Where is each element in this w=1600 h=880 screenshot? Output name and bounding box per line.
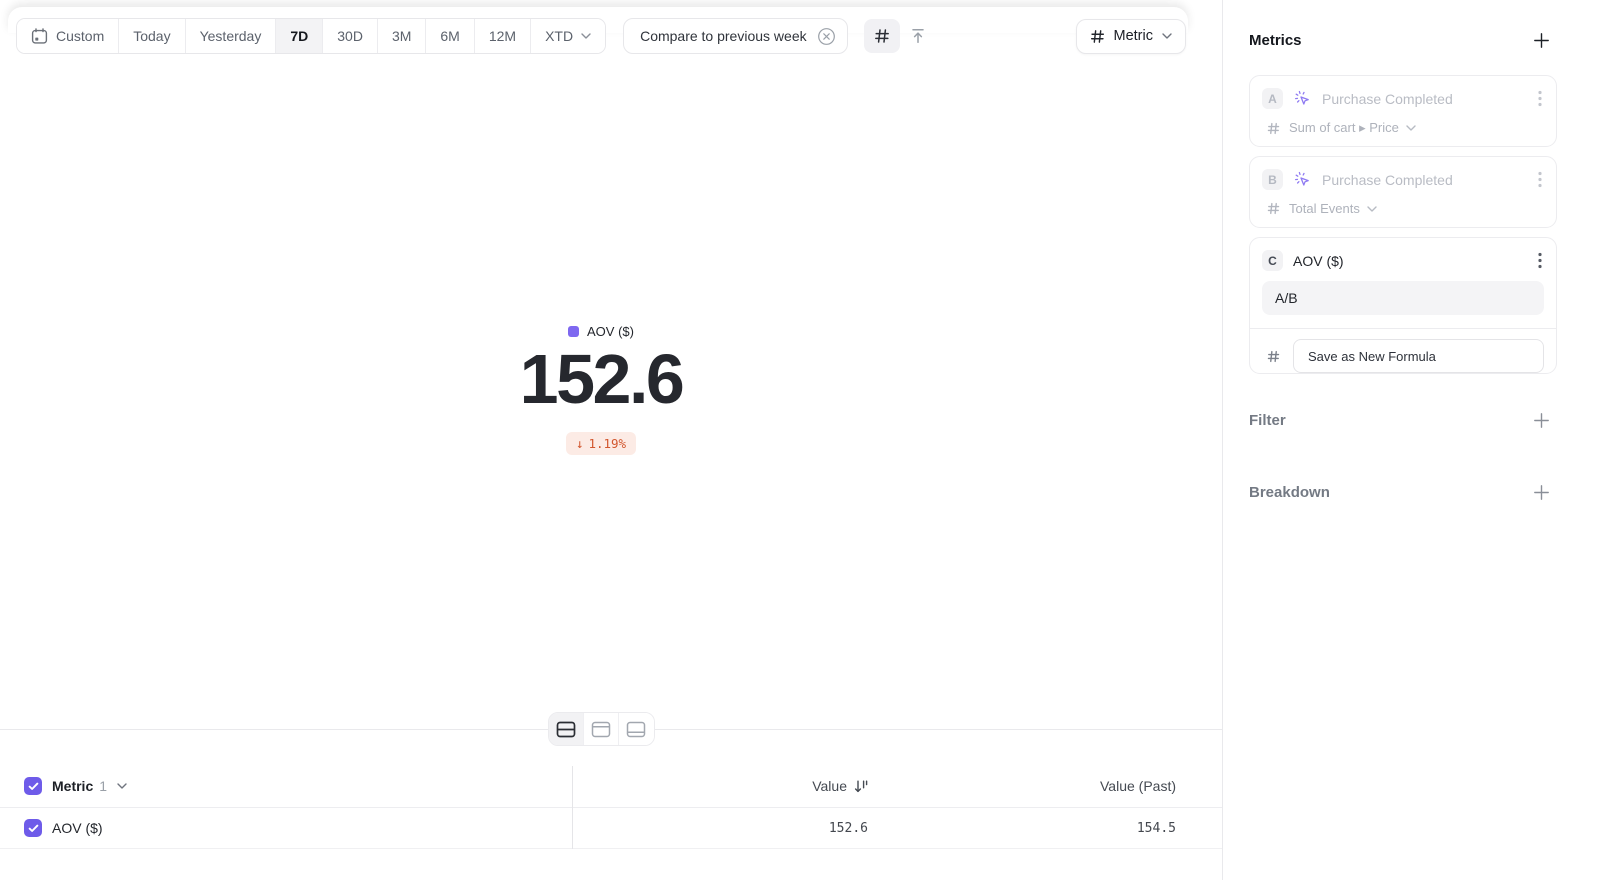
metric-card-a[interactable]: A Purchase Completed Sum of cart ▸ xyxy=(1249,75,1557,147)
layout-table-only-button[interactable] xyxy=(619,713,654,745)
metric-column-header: Metric xyxy=(52,778,93,794)
metric-name: Purchase Completed xyxy=(1322,91,1453,107)
date-range-selector: Custom Today Yesterday 7D 30D 3M 6M 12M … xyxy=(16,18,606,54)
date-range-6m[interactable]: 6M xyxy=(426,19,474,53)
compare-chip-label: Compare to previous week xyxy=(640,28,807,44)
date-range-12m[interactable]: 12M xyxy=(475,19,531,53)
analytics-app: Custom Today Yesterday 7D 30D 3M 6M 12M … xyxy=(0,0,1600,880)
uplift-button[interactable] xyxy=(900,19,936,53)
table-column-divider xyxy=(572,766,573,849)
date-range-7d[interactable]: 7D xyxy=(276,19,323,53)
hash-icon xyxy=(1090,29,1105,44)
add-filter-button[interactable] xyxy=(1533,412,1550,429)
date-range-custom[interactable]: Custom xyxy=(17,19,119,53)
chevron-down-icon xyxy=(1367,206,1377,212)
table-row[interactable]: AOV ($) 152.6 154.5 xyxy=(0,808,1222,849)
filter-section-header: Filter xyxy=(1249,412,1550,429)
metric-name: Purchase Completed xyxy=(1322,172,1453,188)
compare-chip[interactable]: Compare to previous week xyxy=(623,18,848,54)
metric-card-b[interactable]: B Purchase Completed Total Events xyxy=(1249,156,1557,228)
layout-bottom-bar-icon xyxy=(626,721,646,738)
date-range-label: Custom xyxy=(56,28,104,44)
kebab-menu-icon[interactable] xyxy=(1536,250,1544,271)
metric-badge: A xyxy=(1262,88,1283,109)
sparkle-cursor-icon xyxy=(1293,170,1312,189)
date-range-yesterday[interactable]: Yesterday xyxy=(186,19,277,53)
hash-icon xyxy=(874,28,890,44)
chevron-down-icon xyxy=(1162,33,1172,39)
layout-split-button[interactable] xyxy=(549,713,584,745)
delta-value: 1.19% xyxy=(588,436,626,451)
kebab-menu-icon[interactable] xyxy=(1536,88,1544,109)
row-metric-name: AOV ($) xyxy=(52,820,103,836)
date-range-xtd[interactable]: XTD xyxy=(531,19,605,53)
chart-legend: AOV ($) xyxy=(0,324,1202,339)
show-numbers-button[interactable] xyxy=(864,19,900,53)
date-range-30d[interactable]: 30D xyxy=(323,19,378,53)
date-range-3m[interactable]: 3M xyxy=(378,19,426,53)
legend-swatch xyxy=(568,326,579,337)
arrow-down-icon: ↓ xyxy=(576,436,584,451)
select-all-checkbox[interactable] xyxy=(24,777,42,795)
metric-badge: B xyxy=(1262,169,1283,190)
kpi-delta-row: ↓ 1.19% xyxy=(0,432,1202,455)
metric-card-c[interactable]: C AOV ($) A/B Save as New Formula xyxy=(1249,237,1557,374)
checkbox-check-icon xyxy=(28,824,39,833)
layout-split-icon xyxy=(556,721,576,738)
toolbar: Custom Today Yesterday 7D 30D 3M 6M 12M … xyxy=(16,18,1206,54)
measure-dropdown[interactable]: Total Events xyxy=(1289,201,1377,216)
hash-icon xyxy=(1267,350,1280,363)
breakdown-section-header: Breakdown xyxy=(1249,484,1550,501)
sparkle-cursor-icon xyxy=(1293,89,1312,108)
metrics-title: Metrics xyxy=(1249,32,1302,49)
main-panel: Custom Today Yesterday 7D 30D 3M 6M 12M … xyxy=(0,0,1222,880)
kpi-value: 152.6 xyxy=(0,344,1202,414)
row-checkbox[interactable] xyxy=(24,819,42,837)
filter-title: Filter xyxy=(1249,412,1286,429)
value-display-toggle xyxy=(864,19,936,53)
row-value: 152.6 xyxy=(829,808,868,848)
chevron-down-icon[interactable] xyxy=(117,783,127,789)
calendar-icon xyxy=(31,28,48,45)
row-value-past: 154.5 xyxy=(1137,808,1176,848)
circle-x-icon[interactable] xyxy=(817,27,836,46)
hash-icon xyxy=(1267,122,1280,135)
breakdown-title: Breakdown xyxy=(1249,484,1330,501)
kebab-menu-icon[interactable] xyxy=(1536,169,1544,190)
save-as-new-formula-button[interactable]: Save as New Formula xyxy=(1293,339,1544,373)
date-range-today[interactable]: Today xyxy=(119,19,185,53)
value-past-column-header[interactable]: Value (Past) xyxy=(1100,765,1176,807)
layout-switcher xyxy=(548,712,655,746)
metric-dropdown-button[interactable]: Metric xyxy=(1076,19,1186,54)
table-header: Metric 1 Value Value (Past) xyxy=(0,765,1222,808)
value-column-header[interactable]: Value xyxy=(812,765,868,807)
chevron-down-icon xyxy=(1406,125,1416,131)
metric-dropdown-label: Metric xyxy=(1114,28,1153,44)
legend-label: AOV ($) xyxy=(587,324,634,339)
metric-name: AOV ($) xyxy=(1293,253,1344,269)
arrow-up-to-line-icon xyxy=(909,27,927,45)
formula-input[interactable]: A/B xyxy=(1262,281,1544,315)
metric-badge: C xyxy=(1262,250,1283,271)
query-sidebar: Metrics A Purchase Completed xyxy=(1222,0,1600,880)
add-metric-button[interactable] xyxy=(1533,32,1550,49)
delta-badge: ↓ 1.19% xyxy=(566,432,636,455)
layout-chart-only-button[interactable] xyxy=(584,713,619,745)
hash-icon xyxy=(1267,202,1280,215)
layout-switcher-wrap xyxy=(0,712,1202,746)
measure-dropdown[interactable]: Sum of cart ▸ Price xyxy=(1289,120,1416,136)
plus-icon xyxy=(1533,32,1550,49)
plus-icon xyxy=(1533,484,1550,501)
add-breakdown-button[interactable] xyxy=(1533,484,1550,501)
plus-icon xyxy=(1533,412,1550,429)
metrics-section-header: Metrics xyxy=(1249,32,1550,49)
layout-top-bar-icon xyxy=(591,721,611,738)
metric-count: 1 xyxy=(99,778,107,794)
checkbox-check-icon xyxy=(28,782,39,791)
sort-descending-icon xyxy=(854,780,868,793)
chevron-down-icon xyxy=(581,33,591,39)
